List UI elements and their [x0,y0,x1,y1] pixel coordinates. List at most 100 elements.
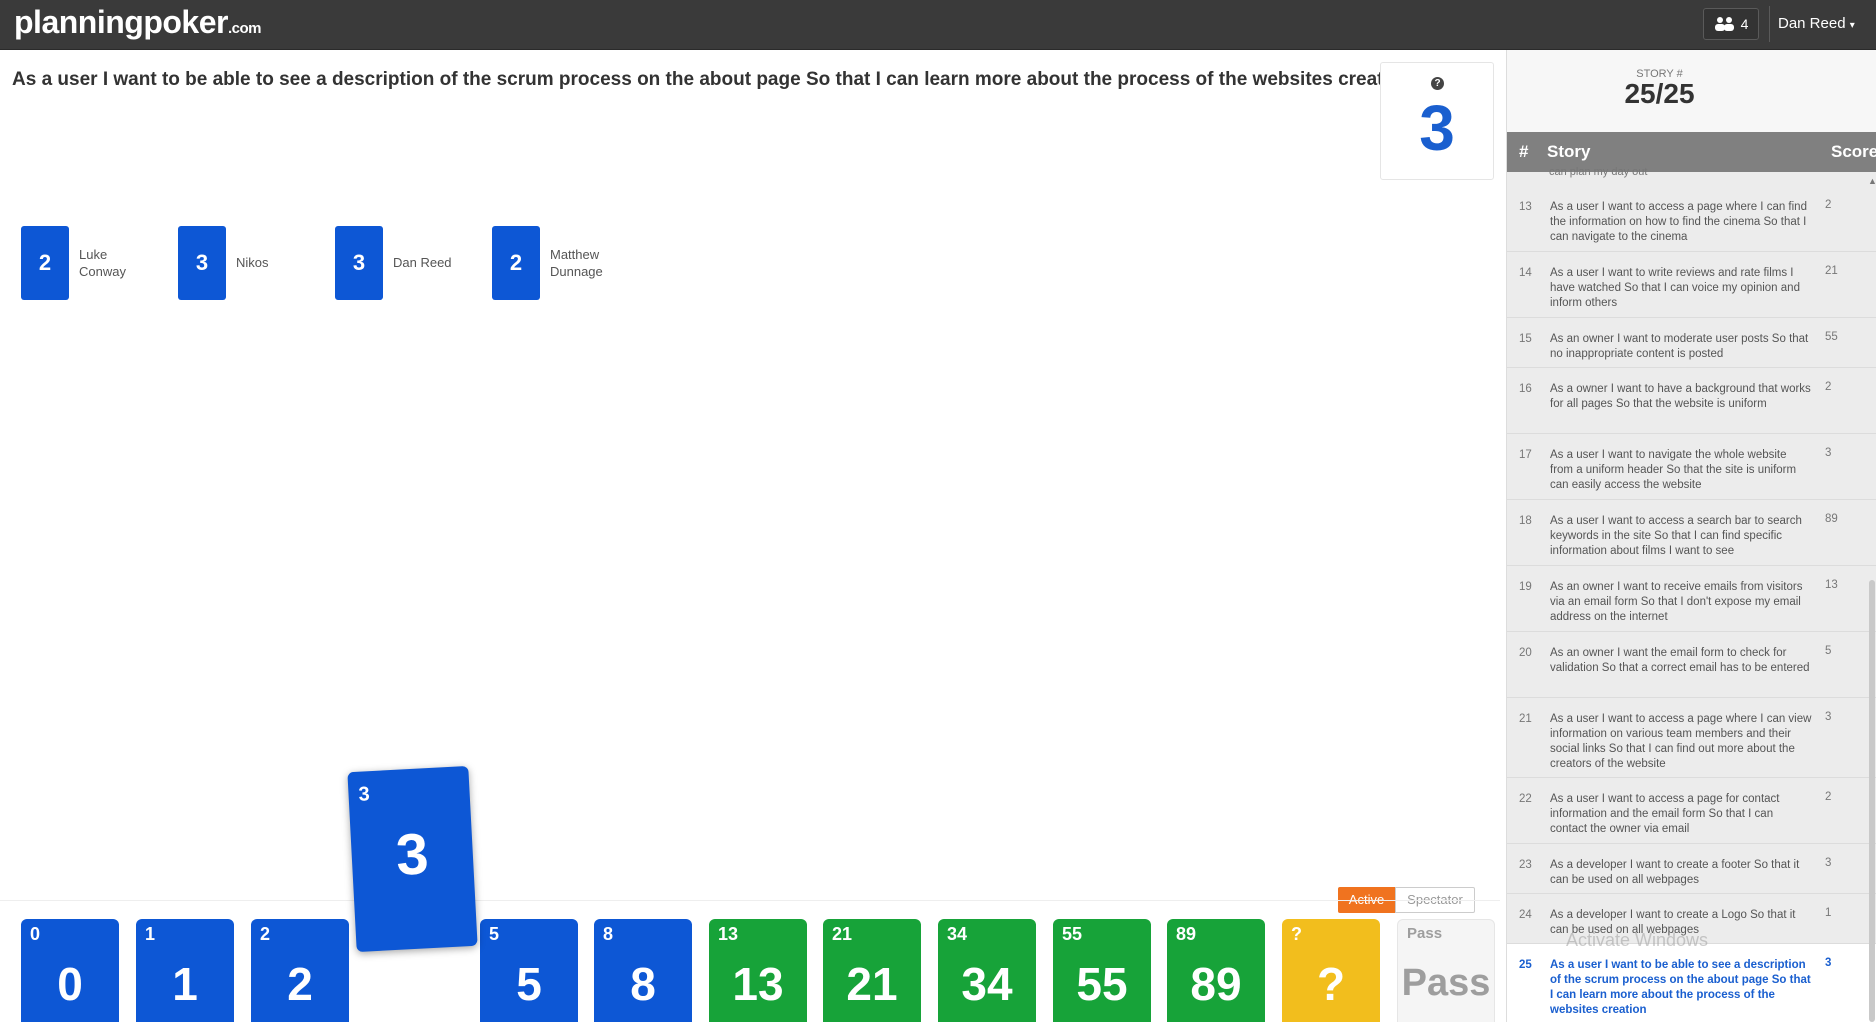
card-corner: 21 [832,924,853,944]
users-icon [1714,17,1734,31]
story-row[interactable]: 20 As an owner I want the email form to … [1507,632,1876,698]
player-vote-card: 2 [492,225,540,300]
story-text: As a user I want to be able to see a des… [1550,959,1811,1016]
user-menu[interactable]: Dan Reed ▾ [1778,15,1855,32]
card-corner: 89 [1176,924,1197,944]
story-number: 15 [1519,333,1532,345]
card-corner: 1 [145,924,156,944]
card-pass[interactable]: Pass Pass [1397,919,1495,1022]
story-row[interactable]: 13 As a user I want to access a page whe… [1507,186,1876,252]
card-value: 34 [961,958,1013,1010]
scroll-up-arrow-icon[interactable]: ▲ [1868,176,1876,186]
story-text: As an owner I want to moderate user post… [1550,333,1809,360]
story-text: As a developer I want to create a footer… [1550,859,1800,886]
story-number: 23 [1519,859,1532,871]
card-corner: 55 [1062,924,1083,944]
card-corner: 5 [489,924,500,944]
story-text: As a user I want to navigate the whole w… [1550,449,1797,491]
story-row[interactable]: 22 As a user I want to access a page for… [1507,778,1876,844]
story-row[interactable]: 14 As a user I want to write reviews and… [1507,252,1876,318]
story-progress: 25/25 [1624,78,1695,109]
story-score: 21 [1825,265,1838,277]
help-icon[interactable]: ? [1431,77,1444,90]
story-number: 19 [1519,581,1532,593]
story-row[interactable]: 21 As a user I want to access a page whe… [1507,698,1876,778]
story-text: As a user I want to access a page for co… [1550,793,1780,835]
story-score: 2 [1825,791,1832,803]
story-row[interactable]: 18 As a user I want to access a search b… [1507,500,1876,566]
card-55[interactable]: 55 55 [1053,919,1151,1022]
card-unsure[interactable]: ? ? [1282,919,1380,1022]
story-text: As a user I want to write reviews and ra… [1550,267,1800,309]
participants-button[interactable]: 4 [1703,8,1759,40]
story-score: 3 [1825,957,1832,969]
app-root: planningpoker.com 4 Dan Reed ▾ As a user… [0,0,1876,1022]
story-score: 13 [1825,579,1838,591]
average-score: 3 [1419,92,1455,164]
card-8[interactable]: 8 8 [594,919,692,1022]
story-row[interactable]: 23 As a developer I want to create a foo… [1507,844,1876,894]
story-text: As an owner I want to receive emails fro… [1550,581,1803,623]
story-number: 21 [1519,713,1532,725]
selected-card-3[interactable]: 3 3 [347,765,478,953]
card-value: 5 [516,958,542,1010]
story-text: As an owner I want the email form to che… [1550,647,1810,674]
card-value: ? [1316,958,1346,1010]
story-score: 3 [1825,447,1832,459]
average-score-box: ? 3 [1380,62,1494,180]
header-divider [1769,6,1770,42]
current-story-title: As a user I want to be able to see a des… [12,69,1412,90]
card-corner: 3 [357,783,371,806]
player-vote-card: 3 [335,225,383,300]
logo-domain: .com [227,20,262,37]
story-row[interactable]: 17 As a user I want to navigate the whol… [1507,434,1876,500]
player-luke-conway: 2 Luke Conway [21,225,149,300]
story-number: 25 [1519,959,1532,971]
player-name: Luke Conway [79,246,126,279]
story-number: 18 [1519,515,1532,527]
story-score: 1 [1825,907,1832,919]
card-21[interactable]: 21 21 [823,919,921,1022]
story-text: As a user I want to access a page where … [1550,201,1807,243]
card-value: 2 [287,958,313,1010]
story-text: As a user I want to access a page where … [1550,713,1812,770]
logo-text: planningpoker [14,4,228,40]
card-value: 0 [57,958,83,1010]
card-0[interactable]: 0 0 [21,919,119,1022]
story-score: 3 [1825,711,1832,723]
card-value: 1 [172,958,198,1010]
top-navbar: planningpoker.com 4 Dan Reed ▾ [0,0,1876,50]
logo[interactable]: planningpoker.com [14,4,261,41]
card-value: 13 [732,958,784,1010]
story-row[interactable]: 19 As an owner I want to receive emails … [1507,566,1876,632]
column-number: # [1519,142,1529,161]
chevron-down-icon: ▾ [1849,20,1855,31]
story-score: 55 [1825,331,1838,343]
story-score: 5 [1825,645,1832,657]
card-value: 89 [1190,958,1242,1010]
card-13[interactable]: 13 13 [709,919,807,1022]
player-name: Nikos [236,255,269,270]
story-number: 14 [1519,267,1532,279]
card-corner: Pass [1407,925,1443,942]
story-row-current[interactable]: 25 As a user I want to be able to see a … [1507,944,1876,1022]
story-text: As a user I want to access a search bar … [1550,515,1802,557]
story-row[interactable]: 16 As a owner I want to have a backgroun… [1507,368,1876,434]
card-1[interactable]: 1 1 [136,919,234,1022]
sidebar-scrollbar[interactable] [1869,580,1875,1022]
story-number: 16 [1519,383,1532,395]
player-name: Matthew Dunnage [550,246,603,279]
story-row-partial: can plan my day out [1549,166,1648,178]
card-2[interactable]: 2 2 [251,919,349,1022]
story-score: 2 [1825,199,1832,211]
card-5[interactable]: 5 5 [480,919,578,1022]
story-sidebar: STORY # 25/25 # Story Score can plan my … [1506,50,1876,1022]
card-89[interactable]: 89 89 [1167,919,1265,1022]
card-34[interactable]: 34 34 [938,919,1036,1022]
story-number: 13 [1519,201,1532,213]
hand-divider [0,900,1500,901]
player-name: Dan Reed [393,255,452,270]
card-value: 55 [1076,958,1128,1010]
story-score: 2 [1825,381,1832,393]
story-row[interactable]: 15 As an owner I want to moderate user p… [1507,318,1876,368]
